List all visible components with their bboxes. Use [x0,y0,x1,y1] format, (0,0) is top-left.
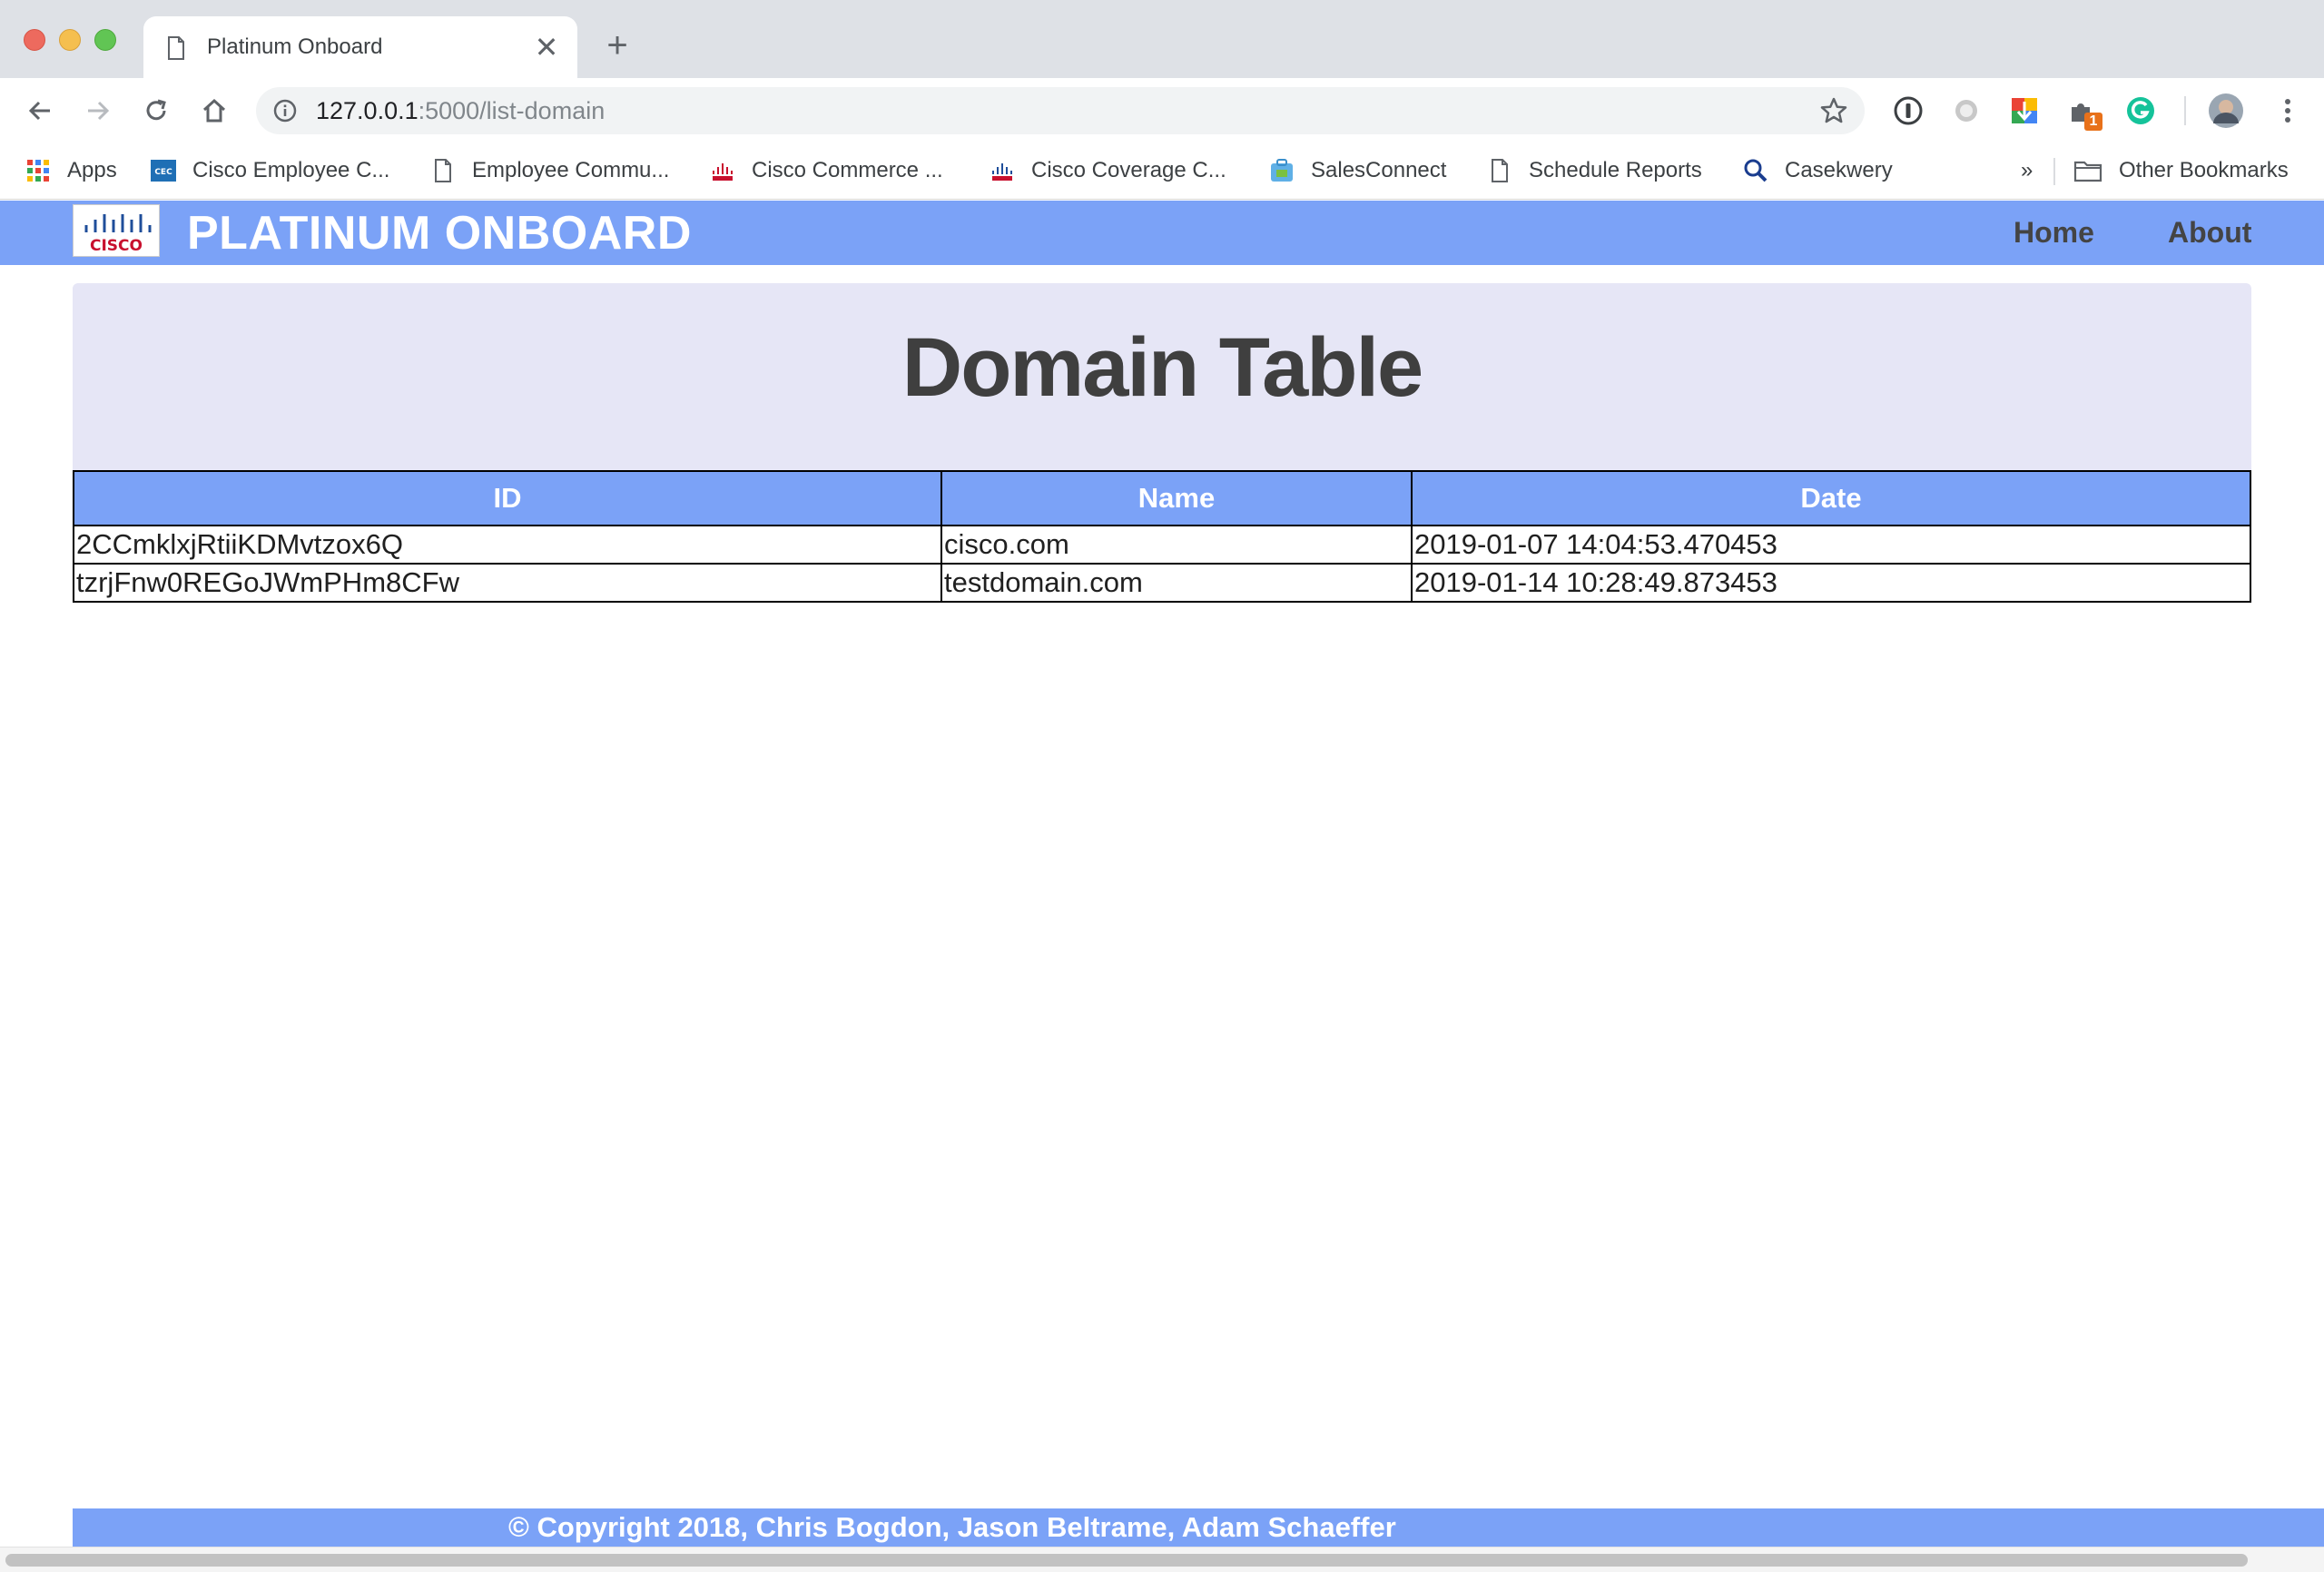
site-navbar: CISCO PLATINUM ONBOARD Home About [0,201,2324,265]
toolbar-divider [2184,96,2186,125]
table-header-row: ID Name Date [73,470,2251,526]
window-maximize-button[interactable] [94,29,116,51]
extension-circle-icon[interactable] [1950,94,1983,127]
cec-icon: CEC [151,160,176,182]
bookmark-casekwery[interactable]: Casekwery [1743,152,1893,189]
cell-name: testdomain.com [940,563,1413,603]
back-arrow-icon [28,101,50,121]
url-path: :5000/list-domain [418,97,606,124]
horizontal-scrollbar[interactable] [0,1547,2324,1572]
cell-name: cisco.com [940,525,1413,565]
column-header-date: Date [1411,470,2251,526]
new-tab-button[interactable]: + [599,27,635,64]
copyright-text: © Copyright 2018, Chris Bogdon, Jason Be… [508,1511,1396,1543]
bookmarks-overflow-button[interactable]: » [2021,152,2033,189]
forward-button[interactable] [78,91,118,131]
drive-download-icon[interactable] [2008,94,2041,127]
menu-kebab-icon[interactable] [2271,94,2304,127]
browser-tab-active[interactable]: Platinum Onboard ✕ [143,16,577,78]
bookmark-star-icon[interactable] [1819,96,1848,125]
bookmark-label: Cisco Commerce ... [752,158,943,182]
cisco-logo[interactable]: CISCO [73,204,160,257]
nav-about-link[interactable]: About [2168,213,2251,251]
info-icon[interactable] [272,98,298,123]
tab-title: Platinum Onboard [207,34,383,59]
cell-date: 2019-01-14 10:28:49.873453 [1411,563,2251,603]
browser-toolbar: 127.0.0.1:5000/list-domain 1 [0,78,2324,143]
page-icon [1492,159,1508,182]
search-icon [1744,159,1768,182]
bookmark-label: Schedule Reports [1529,158,1702,182]
bookmark-label: Other Bookmarks [2119,158,2289,182]
bookmark-salesconnect[interactable]: SalesConnect [1269,152,1446,189]
url-text[interactable]: 127.0.0.1:5000/list-domain [316,96,605,125]
bookmark-label: Cisco Employee C... [192,158,390,182]
logo-text: CISCO [90,237,143,255]
extension-badge: 1 [2084,113,2102,131]
bookmark-apps[interactable]: Apps [25,152,117,189]
bookmark-cisco-commerce[interactable]: Cisco Commerce ... [710,152,943,189]
apps-grid-icon [27,160,49,182]
grammarly-icon[interactable] [2124,94,2157,127]
bookmark-label: Apps [67,158,117,182]
page-header: Domain Table [73,283,2251,470]
reload-button[interactable] [136,91,176,131]
domain-table: ID Name Date 2CCmklxjRtiiKDMvtzox6Q cisc… [73,470,2251,603]
bookmark-cisco-employee[interactable]: CEC Cisco Employee C... [151,152,389,189]
chevron-double-right-icon: » [2021,158,2034,182]
bookmark-label: Casekwery [1785,158,1893,182]
bookmark-label: Cisco Coverage C... [1031,158,1226,182]
cell-id: tzrjFnw0REGoJWmPHm8CFw [73,563,942,603]
cisco-logo-icon: CISCO [84,214,152,255]
site-brand[interactable]: PLATINUM ONBOARD [187,206,692,260]
bookmarks-bar: Apps CEC Cisco Employee C... Employee Co… [0,143,2324,200]
cisco-icon [992,163,1012,181]
window-minimize-button[interactable] [59,29,81,51]
address-bar[interactable]: 127.0.0.1:5000/list-domain [256,87,1865,134]
password-manager-icon[interactable] [1892,94,1925,127]
page-title: Domain Table [901,321,1423,414]
window-close-button[interactable] [24,29,45,51]
bookmarks-divider [2053,158,2055,185]
table-row: tzrjFnw0REGoJWmPHm8CFw testdomain.com 20… [73,563,2251,603]
extension-puzzle-button[interactable]: 1 [2066,94,2102,131]
column-header-name: Name [940,470,1413,526]
bookmark-schedule-reports[interactable]: Schedule Reports [1487,152,1702,189]
bookmark-label: SalesConnect [1311,158,1447,182]
table-row: 2CCmklxjRtiiKDMvtzox6Q cisco.com 2019-01… [73,525,2251,565]
reload-icon [146,99,166,121]
cell-id: 2CCmklxjRtiiKDMvtzox6Q [73,525,942,565]
forward-arrow-icon [88,101,110,121]
url-host: 127.0.0.1 [316,97,419,124]
profile-avatar-icon[interactable] [2208,93,2244,129]
salesconnect-icon [1271,159,1293,182]
tab-close-icon[interactable]: ✕ [530,31,563,64]
svg-text:CEC: CEC [154,168,172,177]
browser-titlebar: Platinum Onboard ✕ + [0,0,2324,78]
page-icon [435,159,451,182]
page-icon [168,36,184,60]
folder-icon [2073,161,2102,182]
bookmark-other-bookmarks[interactable]: Other Bookmarks [2073,152,2289,189]
back-button[interactable] [20,91,60,131]
cell-date: 2019-01-07 14:04:53.470453 [1411,525,2251,565]
nav-home-link[interactable]: Home [2014,213,2094,251]
scrollbar-thumb[interactable] [5,1554,2248,1567]
home-icon [202,98,226,123]
home-button[interactable] [194,91,234,131]
bookmark-cisco-coverage[interactable]: Cisco Coverage C... [990,152,1226,189]
cisco-icon [713,163,733,181]
bookmark-employee-commu[interactable]: Employee Commu... [430,152,669,189]
bookmark-label: Employee Commu... [472,158,670,182]
page-footer: © Copyright 2018, Chris Bogdon, Jason Be… [73,1508,2324,1547]
column-header-id: ID [73,470,942,526]
